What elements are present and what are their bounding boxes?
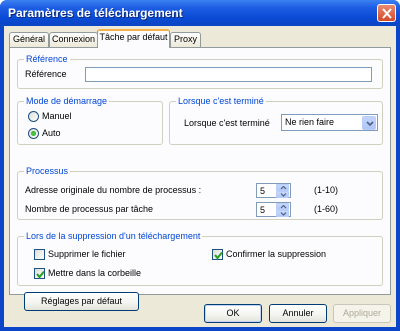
ok-label: OK — [226, 308, 240, 318]
reference-label: Référence — [25, 69, 67, 79]
reference-group: Référence Référence — [17, 54, 383, 89]
process-source-value: 5 — [260, 186, 266, 196]
process-per-task-label: Nombre de processus par tâche — [25, 204, 154, 214]
process-source-stepper[interactable]: 5 — [256, 183, 291, 198]
tab-label: Connexion — [51, 34, 96, 44]
deletion-legend: Lors de la suppression d'un téléchargeme… — [24, 231, 203, 241]
tab-connexion[interactable]: Connexion — [49, 32, 98, 47]
recycle-bin-checkbox[interactable] — [34, 268, 45, 279]
processes-group: Processus Adresse originale du nombre de… — [17, 166, 383, 220]
on-finish-select[interactable]: Ne rien faire — [281, 114, 378, 131]
chevron-up-icon — [280, 205, 287, 209]
chevron-down-icon — [366, 121, 374, 127]
dialog-body: Général Connexion Tâche par défaut Proxy… — [4, 26, 396, 327]
on-finish-value: Ne rien faire — [285, 117, 335, 127]
ok-button[interactable]: OK — [204, 304, 262, 323]
title-bar[interactable]: Paramètres de téléchargement — [0, 0, 400, 26]
process-per-task-value: 5 — [260, 205, 266, 215]
on-finish-legend: Lorsque c'est terminé — [176, 96, 266, 106]
delete-file-checkbox[interactable] — [34, 249, 45, 260]
on-finish-label: Lorsque c'est terminé — [184, 118, 270, 128]
checkmark-icon — [214, 251, 223, 260]
chevron-down-icon — [280, 193, 287, 197]
apply-label: Appliquer — [342, 308, 382, 318]
cancel-label: Annuler — [282, 308, 314, 318]
reference-input[interactable] — [85, 67, 372, 82]
on-finish-group: Lorsque c'est terminé Lorsque c'est term… — [169, 96, 383, 145]
tab-label: Tâche par défaut — [99, 32, 168, 42]
process-per-task-range: (1-60) — [314, 204, 339, 214]
process-source-range: (1-10) — [314, 185, 339, 195]
apply-button[interactable]: Appliquer — [333, 304, 391, 323]
tab-default-task[interactable]: Tâche par défaut — [97, 29, 170, 48]
stepper-up-button[interactable] — [276, 203, 289, 210]
deletion-group: Lors de la suppression d'un téléchargeme… — [17, 231, 383, 286]
settings-dialog: Paramètres de téléchargement Général Con… — [0, 0, 400, 331]
processes-legend: Processus — [24, 166, 71, 176]
stepper-up-button[interactable] — [276, 184, 289, 191]
radio-manual-label: Manuel — [42, 111, 72, 121]
restore-defaults-button[interactable]: Réglages par défaut — [24, 292, 139, 311]
dropdown-button[interactable] — [362, 116, 376, 130]
confirm-deletion-label: Confirmer la suppression — [226, 249, 327, 259]
tab-label: Proxy — [173, 34, 197, 44]
restore-defaults-label: Réglages par défaut — [40, 296, 123, 306]
tab-proxy[interactable]: Proxy — [170, 32, 201, 47]
radio-auto[interactable] — [28, 128, 39, 139]
close-button[interactable] — [377, 4, 396, 22]
tab-panel-default-task: Référence Référence Mode de démarrage Ma… — [9, 47, 391, 311]
reference-legend: Référence — [24, 54, 70, 64]
checkmark-icon — [36, 270, 45, 279]
start-mode-legend: Mode de démarrage — [24, 96, 110, 106]
chevron-down-icon — [280, 212, 287, 216]
cancel-button[interactable]: Annuler — [269, 304, 327, 323]
process-source-label: Adresse originale du nombre de processus… — [25, 185, 202, 195]
radio-manual[interactable] — [28, 111, 39, 122]
stepper-down-button[interactable] — [276, 210, 289, 217]
close-icon — [382, 8, 392, 19]
chevron-up-icon — [280, 186, 287, 190]
stepper-down-button[interactable] — [276, 191, 289, 198]
start-mode-group: Mode de démarrage Manuel Auto — [17, 96, 163, 145]
window-title: Paramètres de téléchargement — [8, 6, 183, 20]
tab-general[interactable]: Général — [9, 32, 49, 47]
delete-file-label: Supprimer le fichier — [48, 249, 126, 259]
radio-auto-label: Auto — [42, 128, 61, 138]
process-per-task-stepper[interactable]: 5 — [256, 202, 291, 217]
recycle-bin-label: Mettre dans la corbeille — [48, 268, 142, 278]
tab-label: Général — [12, 34, 46, 44]
confirm-deletion-checkbox[interactable] — [212, 249, 223, 260]
